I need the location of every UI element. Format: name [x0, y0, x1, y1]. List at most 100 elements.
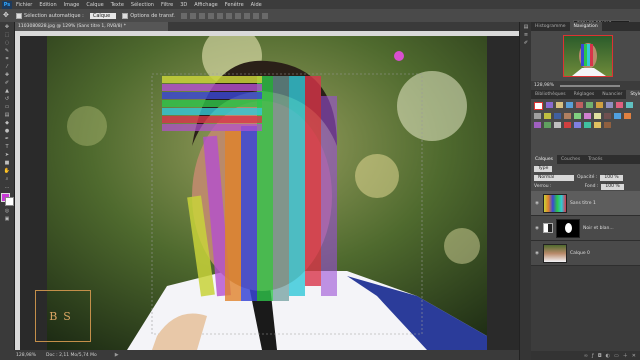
style-swatch[interactable] — [594, 113, 601, 119]
tab-libraries[interactable]: Bibliothèques — [531, 90, 570, 99]
transform-checkbox[interactable] — [122, 12, 129, 19]
screen-mode-icon[interactable]: ▣ — [3, 216, 11, 222]
folder-icon[interactable]: ▭ — [614, 353, 619, 359]
style-swatch[interactable] — [554, 122, 561, 128]
tab-histogram[interactable]: Histogramme — [531, 22, 570, 31]
style-swatch[interactable] — [544, 113, 551, 119]
status-arrow-icon[interactable]: ▶ — [115, 352, 119, 358]
link-icon[interactable]: ∞ — [584, 353, 588, 359]
style-swatch[interactable] — [574, 122, 581, 128]
blend-mode-dropdown[interactable]: Normal — [534, 174, 574, 181]
style-swatch[interactable] — [554, 113, 561, 119]
layer-row[interactable]: ◉ Noir et blan... — [531, 216, 640, 241]
style-swatch[interactable] — [546, 102, 553, 108]
tab-navigation[interactable]: Navigation — [569, 22, 602, 31]
align-right-icon[interactable] — [225, 12, 232, 19]
tab-adjustments[interactable]: Réglages — [570, 90, 599, 99]
auto-select-dropdown[interactable]: Calque — [89, 12, 117, 19]
stamp-tool-icon[interactable]: ▲ — [3, 88, 11, 94]
fx-icon[interactable]: ƒ — [592, 353, 594, 359]
auto-select-checkbox[interactable] — [16, 12, 22, 19]
properties-icon[interactable]: ≡ — [522, 32, 530, 38]
dodge-tool-icon[interactable]: ● — [3, 128, 11, 134]
eraser-tool-icon[interactable]: ▭ — [3, 104, 11, 110]
visibility-eye-icon[interactable]: ◉ — [534, 251, 540, 256]
style-swatch[interactable] — [616, 102, 623, 108]
auto-select-option[interactable]: Sélection automatique : — [16, 12, 84, 19]
distribute-v-icon[interactable] — [252, 12, 259, 19]
style-swatch[interactable] — [586, 102, 593, 108]
menu-text[interactable]: Texte — [111, 2, 124, 8]
layer-filter-dropdown[interactable]: Type — [534, 165, 553, 172]
style-swatch[interactable] — [604, 122, 611, 128]
align-middle-icon[interactable] — [189, 12, 196, 19]
menu-image[interactable]: Image — [64, 2, 80, 8]
style-swatch[interactable] — [626, 102, 633, 108]
eyedropper-tool-icon[interactable]: ⁄ — [3, 64, 11, 70]
style-swatch[interactable] — [534, 113, 541, 119]
move-tool-icon[interactable]: ✥ — [3, 24, 11, 30]
menu-edit[interactable]: Edition — [39, 2, 56, 8]
menu-view[interactable]: Affichage — [194, 2, 218, 8]
shape-tool-icon[interactable]: ■ — [3, 160, 11, 166]
menu-help[interactable]: Aide — [251, 2, 262, 8]
tab-layers[interactable]: Calques — [531, 155, 557, 164]
color-swatches[interactable] — [1, 193, 14, 206]
marquee-tool-icon[interactable]: ⬚ — [3, 32, 11, 38]
style-swatch[interactable] — [584, 122, 591, 128]
pen-tool-icon[interactable]: ✒ — [3, 136, 11, 142]
menu-3d[interactable]: 3D — [180, 2, 187, 8]
menu-filter[interactable]: Filtre — [161, 2, 173, 8]
hand-tool-icon[interactable]: ✋ — [3, 168, 11, 174]
zoom-tool-icon[interactable]: ⌕ — [3, 176, 11, 182]
distribute-h-icon[interactable] — [243, 12, 250, 19]
style-swatch[interactable] — [564, 122, 571, 128]
history-brush-tool-icon[interactable]: ↺ — [3, 96, 11, 102]
tab-swatches[interactable]: Nuancier — [598, 90, 626, 99]
more-tools-icon[interactable]: … — [3, 184, 11, 190]
opacity-input[interactable]: 100 % — [600, 174, 623, 181]
healing-tool-icon[interactable]: ✚ — [3, 72, 11, 78]
style-swatch[interactable] — [584, 113, 591, 119]
menu-window[interactable]: Fenêtre — [225, 2, 244, 8]
layer-row[interactable]: ◉ Calque 0 — [531, 241, 640, 266]
trash-icon[interactable]: ✕ — [632, 353, 636, 359]
align-center-icon[interactable] — [216, 12, 223, 19]
path-select-tool-icon[interactable]: ➤ — [3, 152, 11, 158]
transform-option[interactable]: Options de transf. — [122, 12, 175, 19]
quick-mask-icon[interactable]: ◎ — [3, 208, 11, 214]
style-swatch[interactable] — [606, 102, 613, 108]
style-swatch[interactable] — [566, 102, 573, 108]
3d-mode-icon[interactable] — [261, 12, 268, 19]
menu-file[interactable]: Fichier — [16, 2, 32, 8]
background-color[interactable] — [5, 197, 14, 206]
blur-tool-icon[interactable]: ◆ — [3, 120, 11, 126]
brush-panel-icon[interactable]: ✐ — [522, 40, 530, 46]
navigator-zoom[interactable]: 128,98% — [534, 83, 554, 88]
style-swatch[interactable] — [594, 122, 601, 128]
tab-channels[interactable]: Couches — [557, 155, 584, 164]
brush-tool-icon[interactable]: ✐ — [3, 80, 11, 86]
style-swatch[interactable] — [534, 102, 543, 110]
document-canvas[interactable] — [47, 36, 487, 350]
menu-select[interactable]: Sélection — [131, 2, 154, 8]
crop-tool-icon[interactable]: ⌗ — [3, 56, 11, 62]
align-bottom-icon[interactable] — [198, 12, 205, 19]
style-swatch[interactable] — [556, 102, 563, 108]
tab-styles[interactable]: Styles — [626, 90, 640, 99]
quick-select-tool-icon[interactable]: ✎ — [3, 48, 11, 54]
visibility-eye-icon[interactable]: ◉ — [534, 226, 540, 231]
layer-row[interactable]: ◉ Sans titre 1 — [531, 191, 640, 216]
style-swatch[interactable] — [544, 122, 551, 128]
zoom-slider[interactable] — [560, 84, 621, 87]
fill-input[interactable]: 100 % — [601, 183, 624, 190]
style-swatch[interactable] — [574, 113, 581, 119]
style-swatch[interactable] — [624, 113, 631, 119]
navigator-thumbnail[interactable] — [563, 35, 613, 77]
menu-layer[interactable]: Calque — [86, 2, 103, 8]
style-swatch[interactable] — [576, 102, 583, 108]
distribute-icon[interactable] — [234, 12, 241, 19]
lasso-tool-icon[interactable]: ◌ — [3, 40, 11, 46]
adjustment-icon[interactable]: ◐ — [606, 353, 610, 359]
align-top-icon[interactable] — [180, 12, 187, 19]
